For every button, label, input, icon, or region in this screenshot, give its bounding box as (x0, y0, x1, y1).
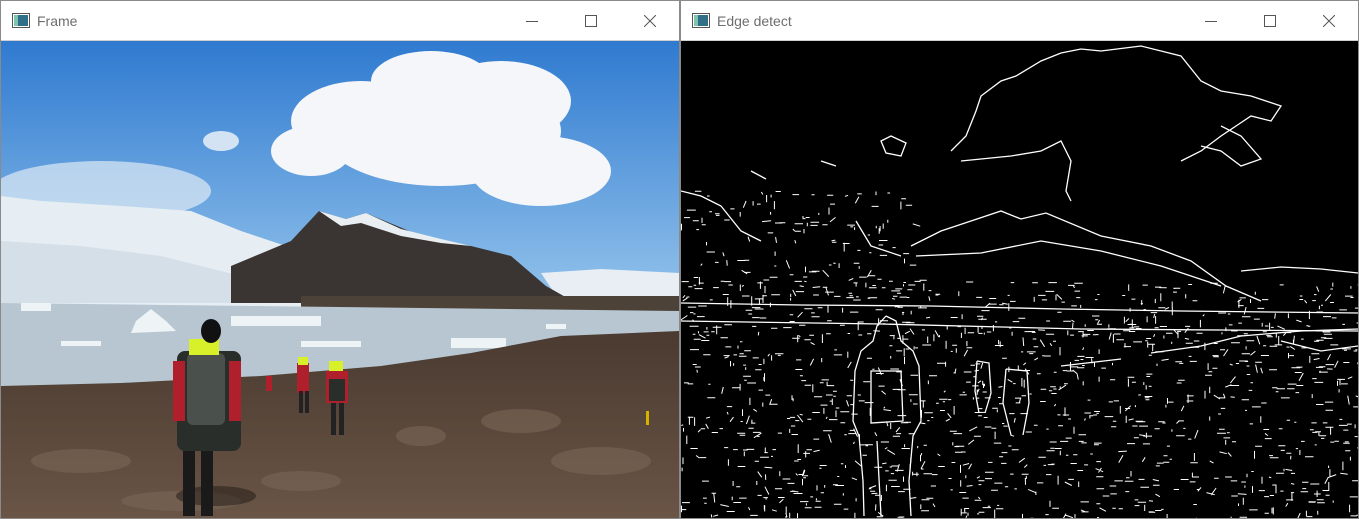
edge-map (681, 41, 1358, 518)
app-window-icon (692, 13, 710, 28)
close-button[interactable] (620, 1, 679, 40)
edge-lines (681, 45, 1358, 517)
maximize-button[interactable] (1240, 1, 1299, 40)
app-window-icon (12, 13, 30, 28)
maximize-icon (1263, 14, 1276, 27)
window-title: Edge detect (717, 12, 792, 29)
close-button[interactable] (1299, 1, 1358, 40)
frame-image (1, 41, 679, 518)
edge-texture-strokes (681, 190, 1358, 518)
maximize-button[interactable] (561, 1, 620, 40)
frame-titlebar[interactable]: Frame (1, 1, 679, 41)
edge-titlebar[interactable]: Edge detect (681, 1, 1358, 41)
close-icon (643, 14, 656, 27)
edge-image (681, 41, 1358, 518)
minimize-button[interactable] (502, 1, 561, 40)
frame-window[interactable]: Frame (0, 0, 680, 519)
maximize-icon (584, 14, 597, 27)
edge-detect-window[interactable]: Edge detect (680, 0, 1359, 519)
close-icon (1322, 14, 1335, 27)
minimize-button[interactable] (1181, 1, 1240, 40)
minimize-icon (1204, 20, 1217, 22)
window-title: Frame (37, 12, 78, 29)
minimize-icon (525, 20, 538, 22)
edge-texture (681, 190, 1358, 518)
landscape-photo (1, 41, 679, 518)
